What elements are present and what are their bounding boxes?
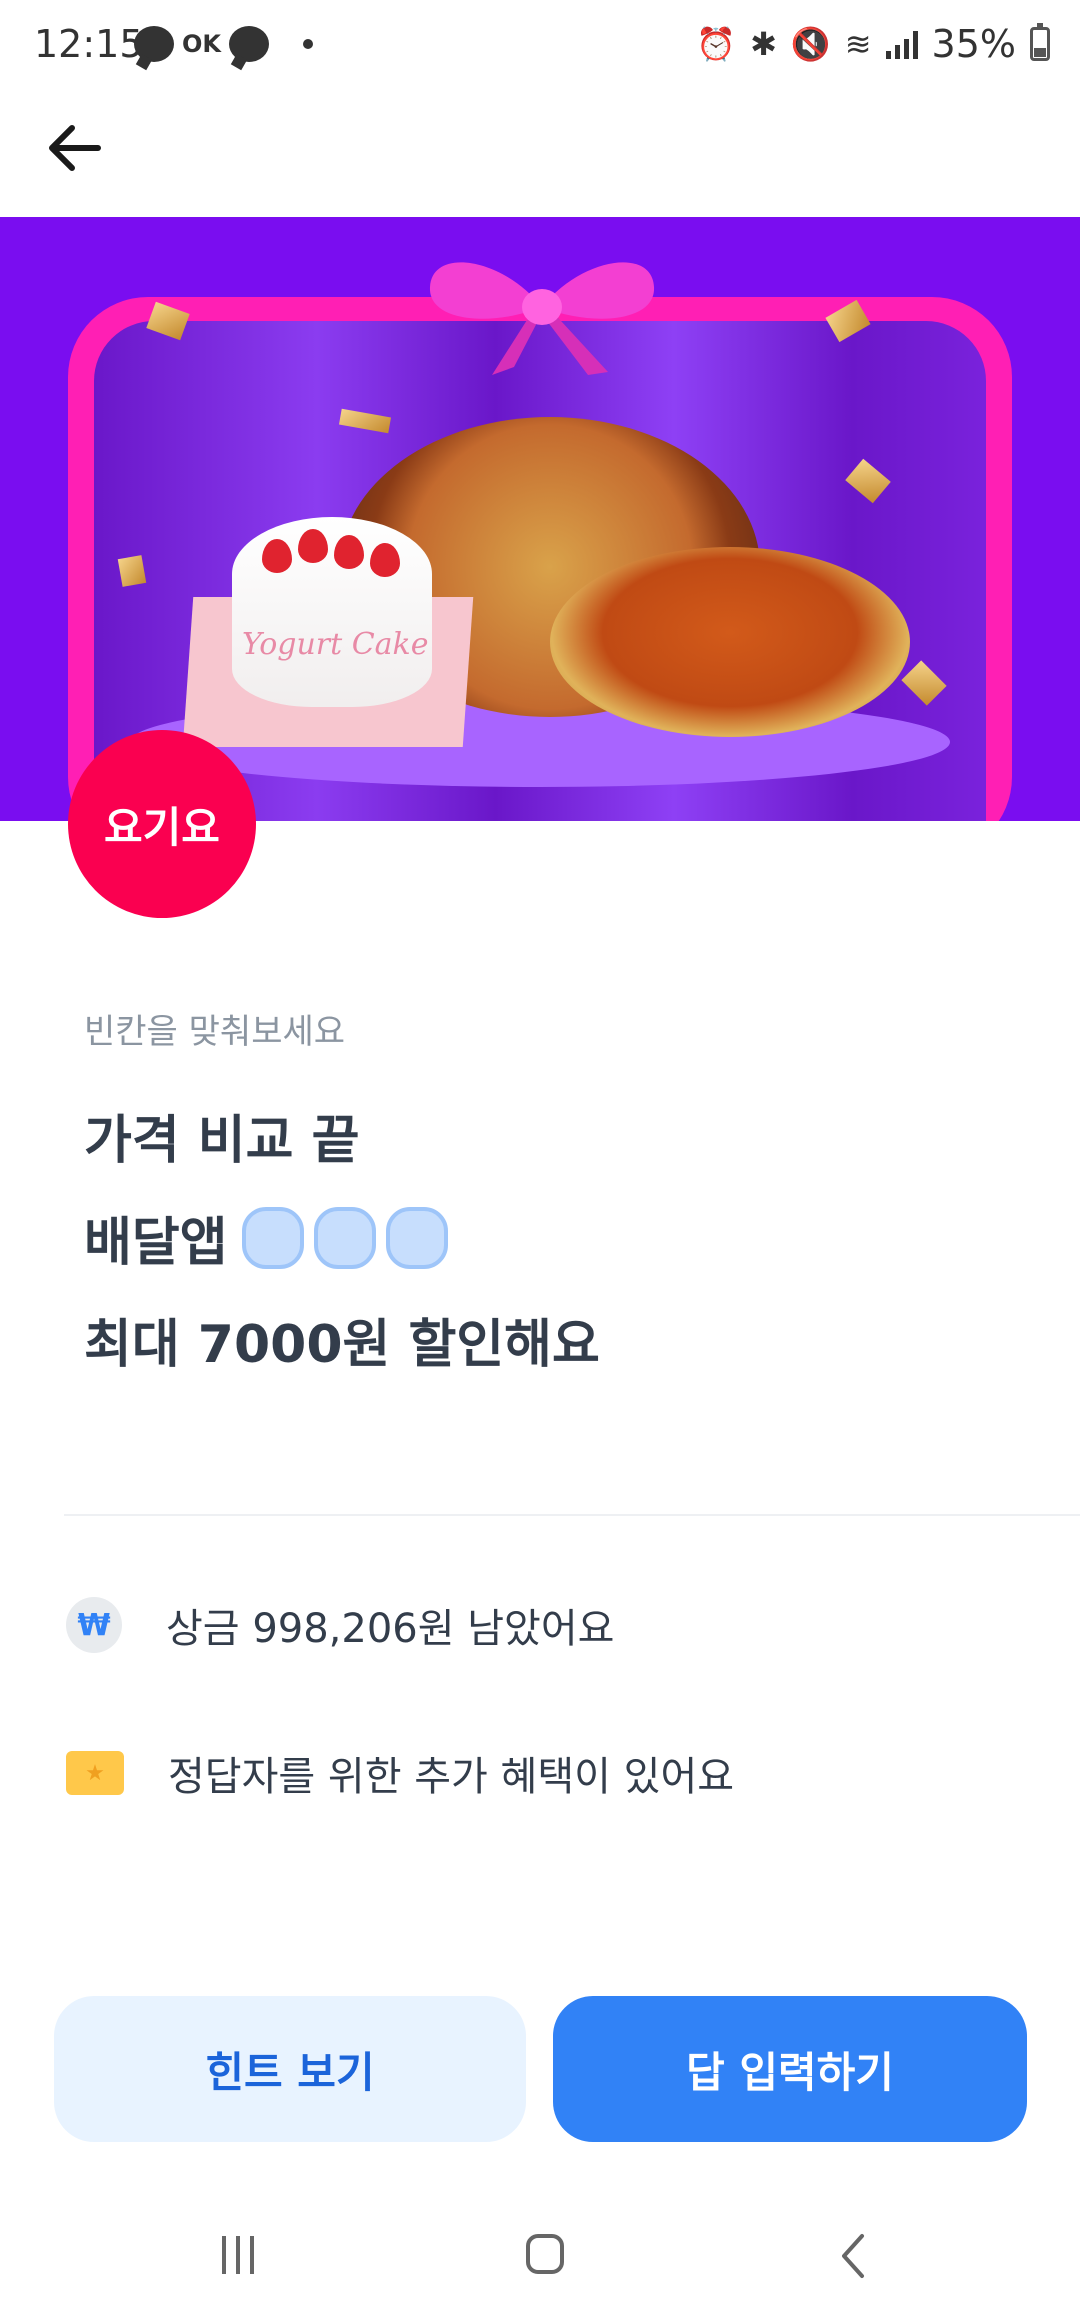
quiz-line-2: 배달앱 xyxy=(84,1200,448,1275)
strawberry xyxy=(298,529,328,563)
alarm-icon: ⏰ xyxy=(696,25,737,63)
battery-icon xyxy=(1030,23,1050,61)
answer-blank-box xyxy=(241,1206,304,1269)
ribbon-bow-icon xyxy=(429,262,655,375)
fried-chicken-image xyxy=(550,547,910,737)
system-status: ⏰ ✱ 🔇 ≋ 35% xyxy=(696,22,1050,66)
answer-blank-box xyxy=(313,1206,376,1269)
hint-button[interactable]: 힌트 보기 xyxy=(54,1996,526,2142)
system-nav-bar xyxy=(0,2200,1080,2316)
strawberry xyxy=(262,539,292,573)
quiz-line-3: 최대 7000원 할인해요 xyxy=(84,1315,600,1375)
more-notifications-icon xyxy=(303,39,313,49)
answer-blank-box xyxy=(385,1206,448,1269)
strawberry xyxy=(334,535,364,569)
recent-apps-button[interactable] xyxy=(222,2236,254,2274)
nav-back-button[interactable] xyxy=(838,2232,868,2280)
quiz-line-2-prefix: 배달앱 xyxy=(84,1213,228,1273)
cake-label: Yogurt Cake xyxy=(242,627,429,662)
confetti xyxy=(117,555,147,587)
won-icon: ₩ xyxy=(66,1597,122,1653)
yogiyo-brand-badge: 요기요 xyxy=(68,730,256,918)
signal-icon xyxy=(885,29,918,59)
wifi-icon: ≋ xyxy=(844,25,872,63)
status-bar: 12:15 OK ⏰ ✱ 🔇 ≋ 35% xyxy=(0,0,1080,96)
bluetooth-icon: ✱ xyxy=(750,25,777,63)
notification-icons: OK xyxy=(134,26,313,62)
chat-icon xyxy=(229,26,269,62)
chat-icon xyxy=(134,26,174,62)
answer-blanks xyxy=(241,1206,448,1269)
status-time: 12:15 xyxy=(34,22,144,66)
benefit-info-row: ★ 정답자를 위한 추가 혜택이 있어요 xyxy=(66,1744,734,1802)
mute-icon: 🔇 xyxy=(790,25,831,63)
strawberry xyxy=(370,543,400,577)
cake-image xyxy=(232,517,432,707)
arrow-left-icon xyxy=(49,125,101,171)
ok-cashbag-icon: OK xyxy=(182,30,221,58)
back-button[interactable] xyxy=(38,112,110,184)
home-button[interactable] xyxy=(526,2234,564,2274)
prize-info-row: ₩ 상금 998,206원 남았어요 xyxy=(66,1596,614,1654)
battery-percent: 35% xyxy=(931,22,1016,66)
ticket-icon: ★ xyxy=(66,1751,124,1795)
quiz-line-1: 가격 비교 끝 xyxy=(84,1111,360,1171)
divider xyxy=(64,1514,1080,1516)
prize-remaining-text: 상금 998,206원 남았어요 xyxy=(166,1606,615,1652)
extra-benefit-text: 정답자를 위한 추가 혜택이 있어요 xyxy=(168,1754,735,1800)
enter-answer-button[interactable]: 답 입력하기 xyxy=(553,1996,1027,2142)
quiz-instruction: 빈칸을 맞춰보세요 xyxy=(84,1012,346,1052)
